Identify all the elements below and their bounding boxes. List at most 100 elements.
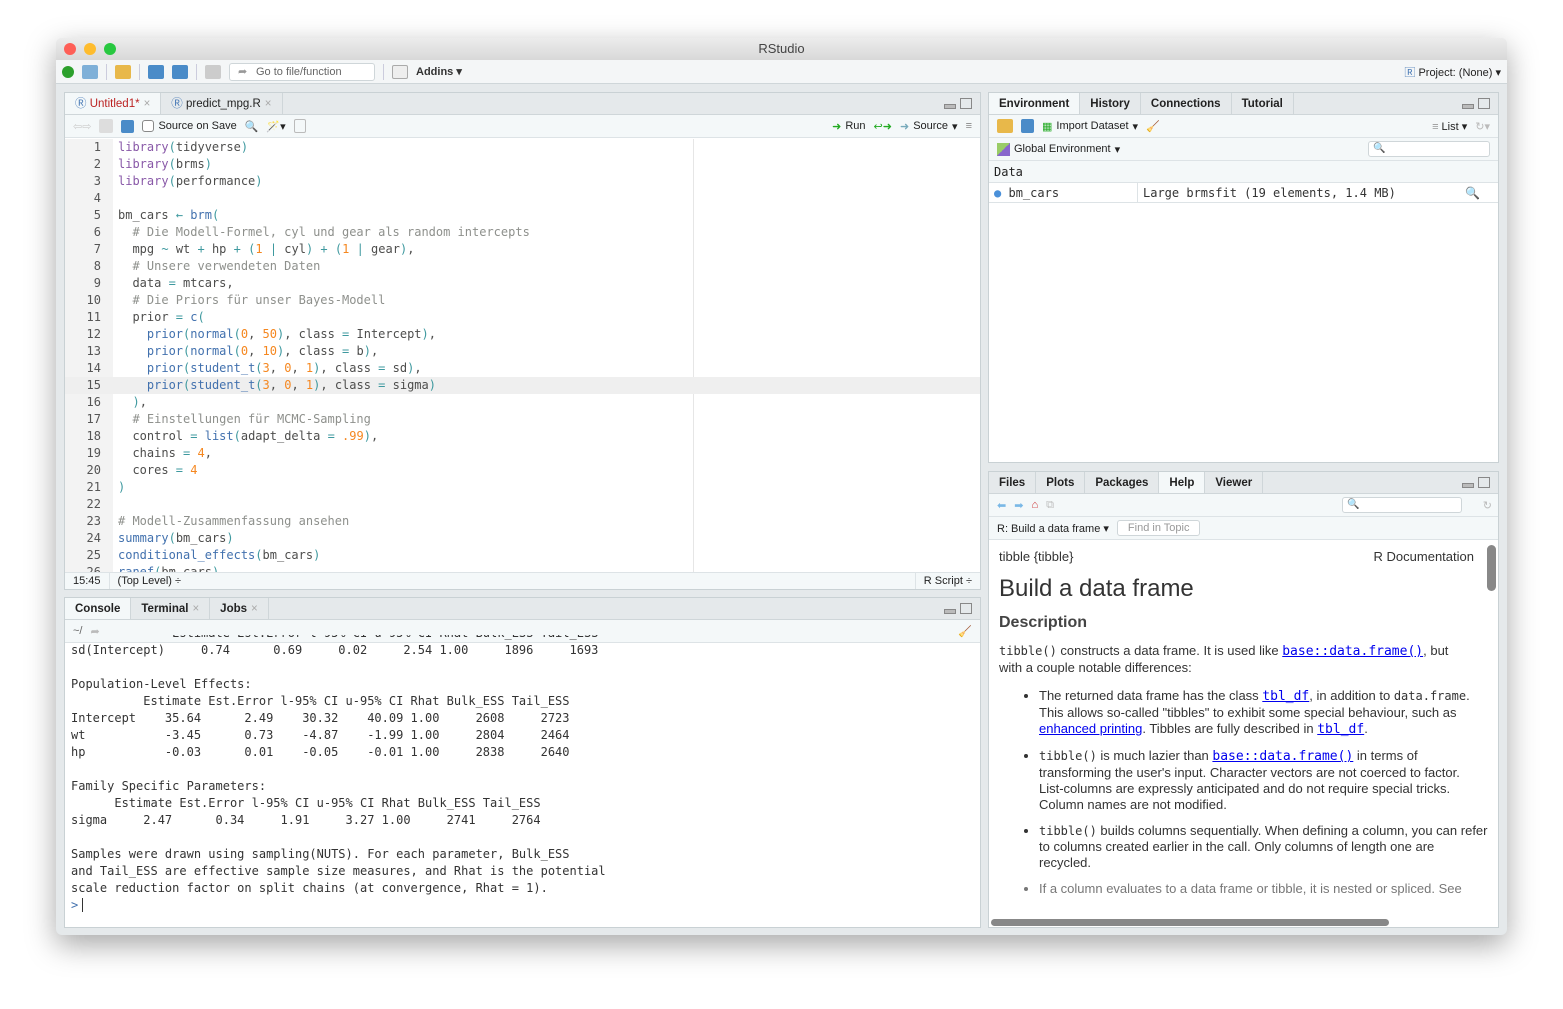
refresh-icon[interactable]: ↻ [1483, 499, 1492, 512]
save-all-icon[interactable] [172, 64, 188, 79]
tab-console[interactable]: Console [65, 598, 132, 619]
minimize-pane-button[interactable] [944, 609, 956, 614]
code-line[interactable]: 9 data = mtcars, [65, 275, 980, 292]
code-line[interactable]: 15 prior(student_t(3, 0, 1), class = sig… [65, 377, 980, 394]
back-icon[interactable]: ⇦⇨ [73, 120, 91, 133]
help-topic-menu[interactable]: R: Build a data frame ▾ [997, 522, 1109, 535]
save-workspace-icon[interactable] [1021, 119, 1034, 133]
tab-plots[interactable]: Plots [1036, 472, 1086, 493]
code-line[interactable]: 13 prior(normal(0, 10), class = b), [65, 343, 980, 360]
forward-icon[interactable]: ➡ [1014, 499, 1023, 512]
minimize-window-button[interactable] [84, 43, 96, 55]
vertical-scrollbar[interactable] [1487, 545, 1496, 591]
clear-workspace-icon[interactable]: 🧹 [1146, 120, 1160, 133]
tab-terminal[interactable]: Terminal × [131, 598, 211, 619]
code-line[interactable]: 2 library(brms) [65, 156, 980, 173]
code-line[interactable]: 7 mpg ~ wt + hp + (1 | cyl) + (1 | gear)… [65, 241, 980, 258]
print-icon[interactable] [205, 64, 221, 79]
tab-tutorial[interactable]: Tutorial [1232, 93, 1294, 114]
tab-connections[interactable]: Connections [1141, 93, 1232, 114]
run-button[interactable]: ➜ Run [832, 120, 865, 133]
tab-jobs[interactable]: Jobs × [210, 598, 269, 619]
code-line[interactable]: 21) [65, 479, 980, 496]
home-icon[interactable]: ⌂ [1031, 499, 1038, 511]
help-search-input[interactable]: 🔍 [1342, 497, 1462, 513]
maximize-pane-button[interactable] [960, 603, 972, 614]
code-line[interactable]: 17 # Einstellungen für MCMC-Sampling [65, 411, 980, 428]
maximize-pane-button[interactable] [1478, 477, 1490, 488]
new-project-icon[interactable] [82, 64, 98, 79]
import-dataset-button[interactable]: ▦ Import Dataset ▾ [1042, 120, 1138, 133]
close-tab-icon[interactable]: × [265, 98, 272, 110]
tab-environment[interactable]: Environment [989, 93, 1081, 114]
code-line[interactable]: 1 library(tidyverse) [65, 139, 980, 156]
code-line[interactable]: 26 ranef(bm_cars) [65, 564, 980, 572]
code-line[interactable]: 11 prior = c( [65, 309, 980, 326]
environment-search-input[interactable]: 🔍 [1368, 141, 1490, 157]
maximize-pane-button[interactable] [1478, 98, 1490, 109]
source-on-save-checkbox[interactable]: Source on Save [142, 120, 237, 132]
code-line[interactable]: 10 # Die Priors für unser Bayes-Modell [65, 292, 980, 309]
code-line[interactable]: 18 control = list(adapt_delta = .99), [65, 428, 980, 445]
console-output[interactable]: Estimate Est.Error l-95% CI u-95% CI Rha… [71, 635, 980, 927]
code-line[interactable]: 19 chains = 4, [65, 445, 980, 462]
code-line[interactable]: 8 # Unsere verwendeten Daten [65, 258, 980, 275]
code-editor[interactable]: 1 library(tidyverse) 2 library(brms) 3 librar… [65, 139, 980, 572]
code-line[interactable]: 22 [65, 496, 980, 513]
save-icon[interactable] [121, 119, 135, 133]
close-tab-icon[interactable]: × [144, 98, 151, 110]
show-in-window-icon[interactable]: ⧉ [1046, 499, 1054, 512]
global-environment-menu[interactable]: Global Environment ▾ [997, 142, 1120, 156]
tab-history[interactable]: History [1080, 93, 1141, 114]
link-tbl-df[interactable]: tbl_df [1317, 722, 1364, 737]
scope-selector[interactable]: (Top Level) ÷ [110, 573, 915, 589]
document-outline-icon[interactable]: ≡ [966, 120, 972, 132]
code-tools-icon[interactable]: 🪄▾ [266, 120, 285, 133]
minimize-pane-button[interactable] [944, 104, 956, 109]
maximize-pane-button[interactable] [960, 98, 972, 109]
code-line[interactable]: 20 cores = 4 [65, 462, 980, 479]
new-file-icon[interactable] [62, 65, 74, 78]
show-in-window-icon[interactable] [99, 119, 114, 133]
tab-untitled1[interactable]: Ⓡ Untitled1* × [65, 93, 162, 114]
source-button[interactable]: ➜ Source ▾ [900, 120, 958, 133]
load-workspace-icon[interactable] [997, 119, 1013, 133]
console-prompt[interactable]: > [71, 897, 980, 914]
code-line[interactable]: 3 library(performance) [65, 173, 980, 190]
code-line[interactable]: 4 [65, 190, 980, 207]
tab-files[interactable]: Files [989, 472, 1037, 493]
tab-predict-mpg[interactable]: Ⓡ predict_mpg.R × [161, 93, 283, 114]
outline-icon[interactable] [293, 119, 306, 133]
code-line[interactable]: 14 prior(student_t(3, 0, 1), class = sd)… [65, 360, 980, 377]
tab-packages[interactable]: Packages [1085, 472, 1160, 493]
find-in-topic-input[interactable]: Find in Topic [1116, 520, 1201, 536]
link-base-data-frame[interactable]: base::data.frame() [1282, 644, 1423, 659]
view-object-icon[interactable]: 🔍 [1465, 183, 1498, 202]
code-line[interactable]: 23 # Modell-Zusammenfassung ansehen [65, 513, 980, 530]
go-to-file-input[interactable]: ➦ Go to file/function [229, 62, 375, 81]
link-enhanced-printing[interactable]: enhanced printing [1039, 721, 1142, 736]
minimize-pane-button[interactable] [1462, 104, 1474, 109]
code-line[interactable]: 6 # Die Modell-Formel, cyl und gear als … [65, 224, 980, 241]
tab-help[interactable]: Help [1159, 472, 1206, 493]
code-line[interactable]: 16 ), [65, 394, 980, 411]
expand-icon[interactable]: ● [994, 186, 1001, 200]
horizontal-scrollbar[interactable] [991, 919, 1389, 926]
file-type-selector[interactable]: R Script ÷ [914, 573, 980, 589]
refresh-icon[interactable]: ↻▾ [1475, 120, 1490, 133]
code-line[interactable]: 24 summary(bm_cars) [65, 530, 980, 547]
view-mode-menu[interactable]: ≡ List ▾ [1432, 120, 1467, 133]
code-line[interactable]: 25 conditional_effects(bm_cars) [65, 547, 980, 564]
code-line[interactable]: 12 prior(normal(0, 50), class = Intercep… [65, 326, 980, 343]
close-window-button[interactable] [64, 43, 76, 55]
environment-row[interactable]: ● bm_cars Large brmsfit (19 elements, 1.… [989, 183, 1498, 203]
open-file-icon[interactable] [115, 64, 131, 79]
rerun-icon[interactable]: ↩➜ [874, 120, 892, 133]
back-icon[interactable]: ⬅ [997, 499, 1006, 512]
link-base-data-frame[interactable]: base::data.frame() [1212, 749, 1353, 764]
addins-menu[interactable]: Addins ▾ [416, 65, 462, 78]
minimize-pane-button[interactable] [1462, 483, 1474, 488]
pane-layout-icon[interactable] [392, 64, 408, 79]
search-icon[interactable]: 🔍 [245, 120, 259, 133]
tab-viewer[interactable]: Viewer [1205, 472, 1264, 493]
